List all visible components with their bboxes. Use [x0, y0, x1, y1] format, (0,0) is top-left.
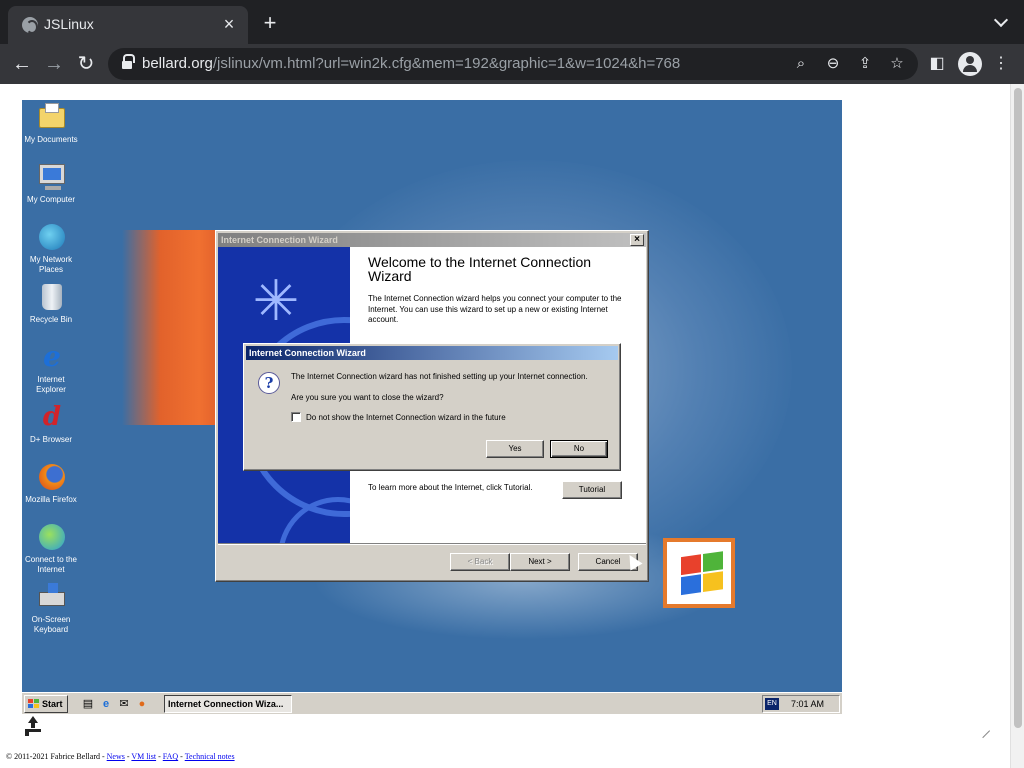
forward-arrow-icon[interactable]: →: [41, 51, 67, 77]
vm-screen[interactable]: My Documents My Computer My Network Plac…: [22, 100, 842, 714]
scrollbar-thumb[interactable]: [1014, 88, 1022, 728]
desktop-icon-onscreen-keyboard[interactable]: On-Screen Keyboard: [22, 583, 80, 640]
d-plus-browser-icon: d: [42, 402, 62, 432]
new-tab-button[interactable]: +: [258, 12, 282, 36]
network-places-icon: [39, 224, 65, 250]
wizard-learn-more-text: To learn more about the Internet, click …: [368, 483, 533, 492]
lock-icon[interactable]: [122, 54, 135, 70]
bookmark-star-icon[interactable]: ☆: [887, 54, 907, 74]
connect-internet-icon: [39, 524, 65, 550]
zoom-out-icon[interactable]: ⊖: [823, 54, 843, 74]
globe-graphic-small: [278, 497, 350, 543]
side-panel-icon[interactable]: ◧: [927, 54, 947, 74]
faq-link[interactable]: FAQ: [163, 752, 178, 761]
confirm-question: Are you sure you want to close the wizar…: [291, 393, 444, 402]
onscreen-keyboard-icon: [39, 583, 65, 606]
wizard-heading: Welcome to the Internet Connection Wizar…: [368, 254, 592, 284]
desktop-icon-my-documents[interactable]: My Documents: [22, 103, 80, 160]
search-icon[interactable]: ⌕: [791, 54, 811, 74]
wizard-title-bar[interactable]: Internet Connection Wizard ×: [218, 233, 646, 247]
windows-taskbar: Start ▤ e ✉ ● Internet Connection Wiza..…: [22, 692, 842, 714]
next-button[interactable]: Next >: [510, 553, 570, 571]
desktop-icon-connect-internet[interactable]: Connect to the Internet: [22, 524, 80, 580]
question-icon: ?: [258, 372, 280, 394]
browser-tab[interactable]: JSLinux ×: [8, 6, 248, 44]
desktop-icon-network-places[interactable]: My Network Places: [22, 224, 80, 280]
show-desktop-icon[interactable]: ▤: [80, 696, 96, 712]
desktop-icon-label: Internet Explorer: [36, 375, 66, 394]
do-not-show-label[interactable]: Do not show the Internet Connection wiza…: [306, 413, 506, 422]
do-not-show-checkbox[interactable]: [291, 412, 301, 422]
copyright-text: © 2011-2021 Fabrice Bellard -: [6, 752, 105, 761]
sparkle-icon: ✳: [252, 269, 300, 332]
taskbar-wizard-button[interactable]: Internet Connection Wiza...: [164, 695, 292, 713]
clock[interactable]: 7:01 AM: [791, 696, 824, 712]
vm-list-link[interactable]: VM list: [131, 752, 156, 761]
desktop-icon-internet-explorer[interactable]: e Internet Explorer: [22, 340, 80, 400]
wizard-close-icon[interactable]: ×: [630, 234, 644, 246]
no-button[interactable]: No: [550, 440, 608, 458]
folder-documents-icon: [39, 103, 65, 128]
quicklaunch-firefox-icon[interactable]: ●: [134, 696, 150, 712]
close-tab-icon[interactable]: ×: [218, 13, 240, 35]
yes-button[interactable]: Yes: [486, 440, 544, 458]
profile-avatar-icon[interactable]: [958, 52, 982, 76]
technical-notes-link[interactable]: Technical notes: [185, 752, 235, 761]
desktop-icon-label: Mozilla Firefox: [25, 495, 77, 504]
reload-icon[interactable]: ↻: [73, 51, 99, 77]
start-label: Start: [42, 699, 63, 709]
desktop-icon-label: Connect to the Internet: [24, 555, 78, 574]
recycle-bin-icon: [42, 284, 62, 310]
quicklaunch-ie-icon[interactable]: e: [98, 696, 114, 712]
desktop-icon-my-computer[interactable]: My Computer: [22, 164, 80, 220]
windows-logo-icon: [663, 538, 735, 608]
desktop-icon-label: D+ Browser: [29, 435, 72, 444]
firefox-icon: [39, 464, 65, 490]
desktop-icon-label: My Network Places: [29, 255, 73, 274]
computer-icon: [39, 164, 65, 190]
wizard-title-text: Internet Connection Wizard: [221, 235, 338, 245]
desktop-icon-label: On-Screen Keyboard: [31, 615, 71, 634]
page-scrollbar[interactable]: [1010, 84, 1024, 768]
menu-kebab-icon[interactable]: ⋮: [991, 54, 1011, 74]
news-link[interactable]: News: [107, 752, 125, 761]
tab-search-chevron-icon[interactable]: [994, 14, 1010, 30]
confirm-close-dialog: Internet Connection Wizard ? The Interne…: [243, 343, 621, 471]
share-icon[interactable]: ⇪: [855, 54, 875, 74]
wizard-intro-text: The Internet Connection wizard helps you…: [368, 294, 622, 324]
windows-start-icon: [28, 699, 40, 709]
desktop-icon-label: Recycle Bin: [29, 315, 73, 324]
globe-icon: [22, 17, 38, 34]
language-indicator[interactable]: EN: [765, 698, 779, 710]
confirm-message: The Internet Connection wizard has not f…: [291, 372, 588, 381]
quicklaunch-outlook-icon[interactable]: ✉: [116, 696, 132, 712]
tab-title: JSLinux: [44, 16, 94, 32]
url-text: bellard.org/jslinux/vm.html?url=win2k.cf…: [142, 55, 681, 72]
desktop-icon-label: My Documents: [24, 135, 78, 144]
desktop-icon-d-plus-browser[interactable]: d D+ Browser: [22, 404, 80, 460]
tutorial-button[interactable]: Tutorial: [562, 481, 622, 499]
page-footer: © 2011-2021 Fabrice Bellard - News - VM …: [6, 752, 235, 761]
start-button[interactable]: Start: [24, 695, 68, 713]
desktop-icon-firefox[interactable]: Mozilla Firefox: [22, 464, 80, 520]
desktop-icon-label: My Computer: [26, 195, 75, 204]
address-bar[interactable]: bellard.org/jslinux/vm.html?url=win2k.cf…: [108, 48, 918, 80]
back-button[interactable]: < Back: [450, 553, 510, 571]
desktop-icon-recycle-bin[interactable]: Recycle Bin: [22, 284, 80, 340]
confirm-title-bar[interactable]: Internet Connection Wizard: [246, 346, 618, 360]
wizard-separator: [218, 543, 646, 545]
browser-tab-strip: JSLinux × +: [0, 0, 1024, 44]
upload-icon-base: [25, 729, 41, 732]
back-arrow-icon[interactable]: ←: [9, 51, 35, 77]
system-tray: EN 7:01 AM: [762, 695, 840, 713]
browser-toolbar: ← → ↻ bellard.org/jslinux/vm.html?url=wi…: [0, 44, 1024, 84]
internet-explorer-icon: e: [43, 340, 61, 373]
